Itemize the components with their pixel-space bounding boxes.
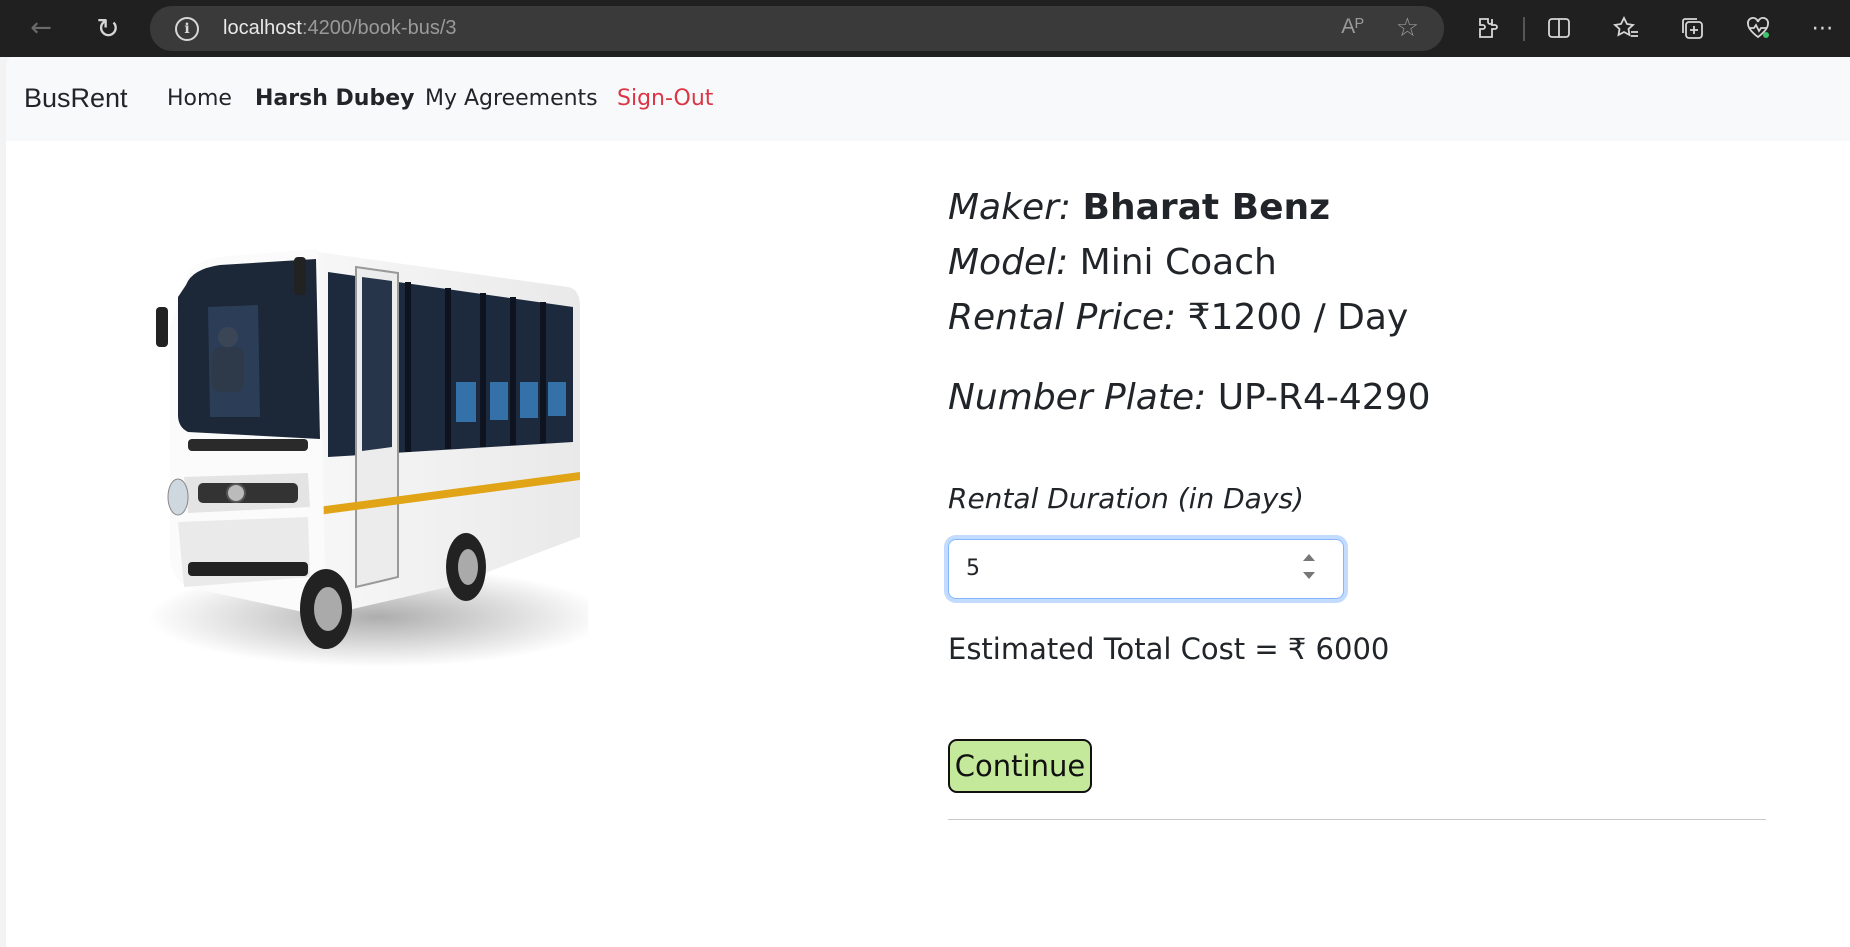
estimated-total: Estimated Total Cost = ₹ 6000 xyxy=(948,632,1390,666)
browser-chrome: ← ↻ i localhost:4200/book-bus/3 Aᴾ ☆ ⋯ xyxy=(0,0,1850,57)
page-viewport: BusRent Home Harsh Dubey My Agreements S… xyxy=(6,57,1850,947)
bus-image xyxy=(148,249,588,667)
split-screen-icon[interactable] xyxy=(1542,11,1576,45)
toolbar-separator xyxy=(1523,17,1525,41)
collections-icon[interactable] xyxy=(1675,11,1709,45)
maker-label: Maker: xyxy=(948,187,1072,228)
plate-value: UP-R4-4290 xyxy=(1217,377,1431,418)
brand-logo[interactable]: BusRent xyxy=(24,83,128,114)
nav-agreements-link[interactable]: My Agreements xyxy=(425,86,598,111)
address-bar[interactable]: i localhost:4200/book-bus/3 Aᴾ ☆ xyxy=(150,6,1444,51)
model-label: Model: xyxy=(948,242,1069,283)
duration-label: Rental Duration (in Days) xyxy=(948,482,1304,515)
nav-home-link[interactable]: Home xyxy=(167,86,232,111)
nav-signout-link[interactable]: Sign-Out xyxy=(617,86,713,111)
browser-essentials-icon[interactable] xyxy=(1741,11,1775,45)
continue-button[interactable]: Continue xyxy=(948,739,1092,793)
plate-line: Number Plate: UP-R4-4290 xyxy=(948,377,1430,418)
maker-value: Bharat Benz xyxy=(1082,187,1331,228)
plate-label: Number Plate: xyxy=(948,377,1207,418)
url-host: localhost xyxy=(223,17,302,39)
model-line: Model: Mini Coach xyxy=(948,242,1277,283)
price-line: Rental Price: ₹1200 / Day xyxy=(948,297,1408,338)
url-text[interactable]: localhost:4200/book-bus/3 xyxy=(223,17,457,40)
stepper-down-icon[interactable] xyxy=(1303,572,1315,579)
favorites-icon[interactable] xyxy=(1609,11,1643,45)
divider xyxy=(948,819,1766,820)
more-menu-icon[interactable]: ⋯ xyxy=(1806,11,1840,45)
price-label: Rental Price: xyxy=(948,297,1177,338)
back-icon[interactable]: ← xyxy=(23,10,59,46)
stepper-up-icon[interactable] xyxy=(1303,554,1315,561)
duration-stepper[interactable] xyxy=(1303,554,1315,586)
model-value: Mini Coach xyxy=(1079,242,1277,283)
read-aloud-icon[interactable]: Aᴾ xyxy=(1341,15,1364,39)
reload-icon[interactable]: ↻ xyxy=(90,10,126,46)
favorite-star-icon[interactable]: ☆ xyxy=(1396,13,1419,43)
url-path: :4200/book-bus/3 xyxy=(301,17,457,39)
site-info-icon[interactable]: i xyxy=(175,17,199,41)
price-value: ₹1200 / Day xyxy=(1187,297,1409,338)
extensions-icon[interactable] xyxy=(1470,11,1504,45)
maker-line: Maker: Bharat Benz xyxy=(948,187,1330,228)
duration-value[interactable]: 5 xyxy=(966,556,980,581)
duration-input[interactable]: 5 xyxy=(948,539,1344,599)
nav-user-link[interactable]: Harsh Dubey xyxy=(255,86,414,111)
navbar: BusRent Home Harsh Dubey My Agreements S… xyxy=(6,57,1850,141)
